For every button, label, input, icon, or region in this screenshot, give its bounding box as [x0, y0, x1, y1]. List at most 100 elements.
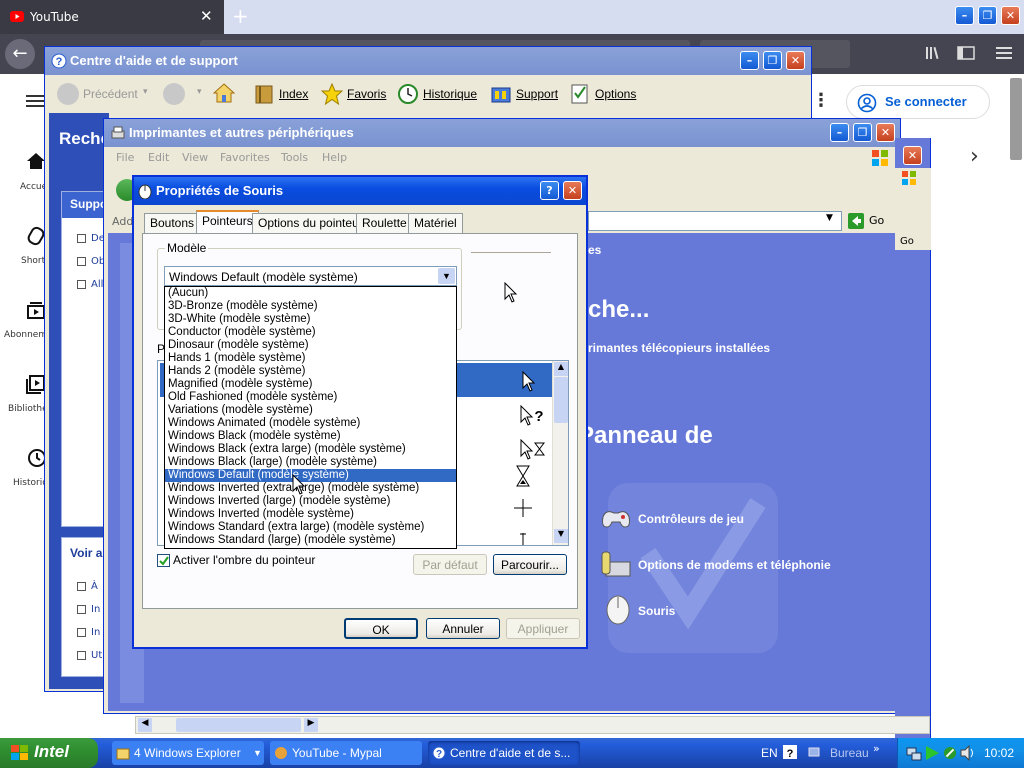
scheme-option[interactable]: Old Fashioned (modèle système)	[165, 391, 456, 404]
scheme-combobox[interactable]: Windows Default (modèle système) ▼	[164, 266, 457, 286]
library-icon[interactable]	[925, 46, 943, 60]
menu-icon[interactable]	[996, 46, 1012, 60]
browser-minimize-button[interactable]: –	[955, 6, 974, 25]
printers-minimize-button[interactable]: –	[830, 123, 849, 142]
home-icon[interactable]	[26, 152, 46, 170]
scheme-option[interactable]: (Aucun)	[165, 287, 456, 300]
scheme-option[interactable]: Windows Inverted (extra large) (modèle s…	[165, 482, 456, 495]
help-center-titlebar[interactable]: ? Centre d'aide et de support	[45, 47, 811, 75]
modem-phone-icon[interactable]	[600, 548, 632, 580]
menu-view[interactable]: View	[182, 151, 208, 164]
help-support-button[interactable]: Support	[490, 83, 558, 105]
tab-pointeurs[interactable]: Pointeurs	[196, 210, 259, 234]
toolbar-chevron-icon[interactable]: »	[873, 742, 880, 755]
menu-edit[interactable]: Edit	[148, 151, 169, 164]
help-favorites-button[interactable]: Favoris	[321, 83, 386, 105]
scheme-option[interactable]: Conductor (modèle système)	[165, 326, 456, 339]
task-windows-explorer[interactable]: 4 Windows Explorer ▼	[112, 741, 264, 765]
game-controller-icon[interactable]	[600, 505, 632, 533]
scroll-thumb[interactable]	[554, 377, 568, 423]
yt-more-icon[interactable]: ⋮	[812, 90, 830, 111]
menu-help[interactable]: Help	[322, 151, 347, 164]
menu-tools[interactable]: Tools	[281, 151, 308, 164]
dialog-close-button[interactable]: ✕	[563, 181, 582, 200]
subscriptions-icon[interactable]	[26, 300, 46, 320]
cancel-button[interactable]: Annuler	[426, 618, 500, 639]
back-dropdown-icon[interactable]: ▾	[143, 87, 148, 97]
address-input[interactable]	[588, 211, 842, 231]
browser-close-button[interactable]: ✕	[1001, 6, 1020, 25]
scheme-option[interactable]: Windows Inverted (modèle système)	[165, 508, 456, 521]
scheme-option[interactable]: 3D-Bronze (modèle système)	[165, 300, 456, 313]
forward-arrow-icon[interactable]	[163, 83, 185, 105]
scheme-option[interactable]: 3D-White (modèle système)	[165, 313, 456, 326]
page-scrollbar[interactable]	[1010, 78, 1022, 160]
printers-maximize-button[interactable]: ❐	[853, 123, 872, 142]
scheme-option[interactable]: Windows Default (modèle système)	[165, 469, 456, 482]
play-tray-icon[interactable]	[924, 745, 940, 761]
dialog-help-button[interactable]: ?	[540, 181, 559, 200]
help-panel-2-item[interactable]: In	[91, 627, 100, 638]
scheme-option[interactable]: Windows Black (extra large) (modèle syst…	[165, 443, 456, 456]
scheme-dropdown-list[interactable]: (Aucun) 3D-Bronze (modèle système) 3D-Whit…	[164, 286, 457, 549]
help-minimize-button[interactable]: –	[740, 51, 759, 70]
volume-icon[interactable]	[960, 745, 976, 761]
shadow-checkbox[interactable]	[157, 554, 170, 567]
fax-printers-link[interactable]: rimantes télécopieurs installées	[588, 341, 770, 355]
scheme-option[interactable]: Dinosaur (modèle système)	[165, 339, 456, 352]
help-maximize-button[interactable]: ❐	[763, 51, 782, 70]
go-button[interactable]: Go	[848, 211, 892, 231]
scheme-option[interactable]: Windows Standard (large) (modèle système…	[165, 534, 456, 547]
mouse-icon[interactable]	[604, 592, 632, 626]
language-indicator[interactable]: EN	[761, 746, 778, 760]
help-close-button[interactable]: ✕	[786, 51, 805, 70]
default-button[interactable]: Par défaut	[413, 554, 487, 575]
sidebar-toggle-icon[interactable]	[957, 46, 975, 60]
signin-button[interactable]: Se connecter	[846, 85, 990, 119]
dialog-titlebar[interactable]: Propriétés de Souris	[134, 177, 586, 205]
scheme-option[interactable]: Hands 2 (modèle système)	[165, 365, 456, 378]
desktop-toolbar-label[interactable]: Bureau	[830, 746, 869, 760]
menu-favorites[interactable]: Favorites	[220, 151, 270, 164]
browser-back-button[interactable]: ←	[5, 39, 35, 69]
third-window-go[interactable]: Go	[900, 236, 914, 247]
game-controllers-link[interactable]: Contrôleurs de jeu	[638, 512, 744, 526]
yt-hamburger-icon[interactable]	[26, 94, 44, 108]
printers-close-button[interactable]: ✕	[876, 123, 895, 142]
lang-help-icon[interactable]: ?	[783, 745, 797, 759]
scheme-option[interactable]: Windows Black (modèle système)	[165, 430, 456, 443]
scroll-up-button[interactable]: ▲	[554, 362, 568, 376]
start-button[interactable]: Intel	[0, 738, 98, 768]
scheme-option[interactable]: Windows Black (large) (modèle système)	[165, 456, 456, 469]
tab-close-icon[interactable]: ✕	[200, 7, 213, 25]
task-help-center[interactable]: ? Centre d'aide et de s...	[428, 741, 580, 765]
scheme-option[interactable]: Windows Standard (extra large) (modèle s…	[165, 521, 456, 534]
tab-options-pointeur[interactable]: Options du pointeur	[252, 213, 369, 233]
browser-tab[interactable]: YouTube ✕	[0, 0, 224, 34]
hscroll-left-button[interactable]: ◀	[138, 718, 152, 732]
home-icon[interactable]	[213, 82, 235, 104]
scroll-down-button[interactable]: ▼	[554, 529, 568, 543]
help-panel-2-item[interactable]: Ut	[91, 650, 102, 661]
apply-button[interactable]: Appliquer	[506, 618, 580, 639]
tab-roulette[interactable]: Roulette	[356, 213, 413, 233]
cursor-list-scrollbar[interactable]: ▲ ▼	[552, 361, 568, 545]
shorts-icon[interactable]	[26, 226, 46, 246]
help-back-button[interactable]: Précédent	[57, 83, 138, 105]
new-tab-button[interactable]: +	[232, 4, 249, 28]
help-panel-2-item[interactable]: In	[91, 604, 100, 615]
tab-boutons[interactable]: Boutons	[144, 213, 201, 233]
hscroll-thumb[interactable]	[176, 718, 301, 732]
scheme-option[interactable]: Variations (modèle système)	[165, 404, 456, 417]
browser-restore-button[interactable]: ❐	[978, 6, 997, 25]
combo-dropdown-arrow-icon[interactable]: ▼	[438, 268, 455, 284]
mouse-link[interactable]: Souris	[638, 604, 675, 618]
address-dropdown-icon[interactable]: ▼	[826, 213, 833, 223]
help-options-button[interactable]: Options	[569, 83, 636, 105]
modems-phone-link[interactable]: Options de modems et téléphonie	[638, 558, 831, 572]
printers-titlebar[interactable]: Imprimantes et autres périphériques	[104, 119, 900, 147]
scheme-option[interactable]: Magnified (modèle système)	[165, 378, 456, 391]
hscroll-right-button[interactable]: ▶	[304, 718, 318, 732]
task-youtube-mypal[interactable]: YouTube - Mypal	[270, 741, 422, 765]
printers-hscrollbar[interactable]: ◀ ▶	[135, 716, 930, 734]
